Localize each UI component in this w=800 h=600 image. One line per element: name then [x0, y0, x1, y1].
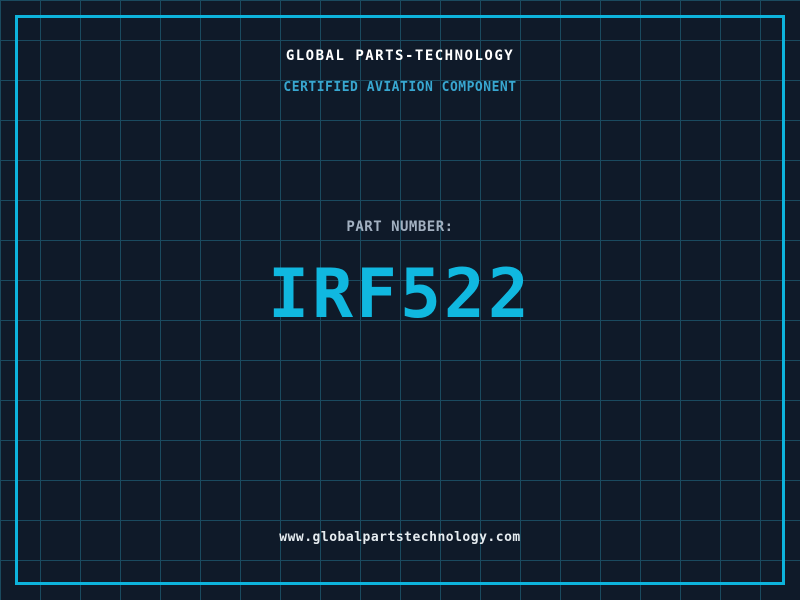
part-certificate-poster: GLOBAL PARTS-TECHNOLOGY CERTIFIED AVIATI… [0, 0, 800, 600]
part-number-value: IRF522 [268, 255, 532, 334]
part-number-label: PART NUMBER: [346, 219, 454, 235]
certification-subtitle: CERTIFIED AVIATION COMPONENT [283, 80, 517, 95]
company-name: GLOBAL PARTS-TECHNOLOGY [285, 48, 515, 64]
website-url: www.globalpartstechnology.com [279, 530, 521, 545]
